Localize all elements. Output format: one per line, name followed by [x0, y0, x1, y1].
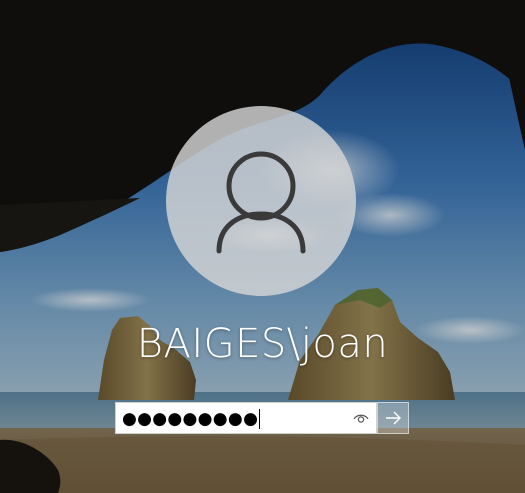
password-text[interactable]: ●●●●●●●●●	[122, 406, 261, 432]
user-avatar	[166, 106, 356, 296]
lock-screen: BAIGES\joan ●●●●●●●●●	[0, 0, 525, 493]
submit-button[interactable]	[377, 402, 409, 434]
username-label: BAIGES\joan	[136, 321, 389, 367]
password-masked-value: ●●●●●●●●●	[122, 409, 259, 429]
password-input[interactable]: ●●●●●●●●●	[115, 402, 377, 434]
text-caret	[259, 409, 261, 429]
arrow-right-icon	[386, 411, 401, 425]
eye-icon[interactable]	[353, 412, 369, 425]
user-silhouette-icon	[216, 151, 306, 254]
